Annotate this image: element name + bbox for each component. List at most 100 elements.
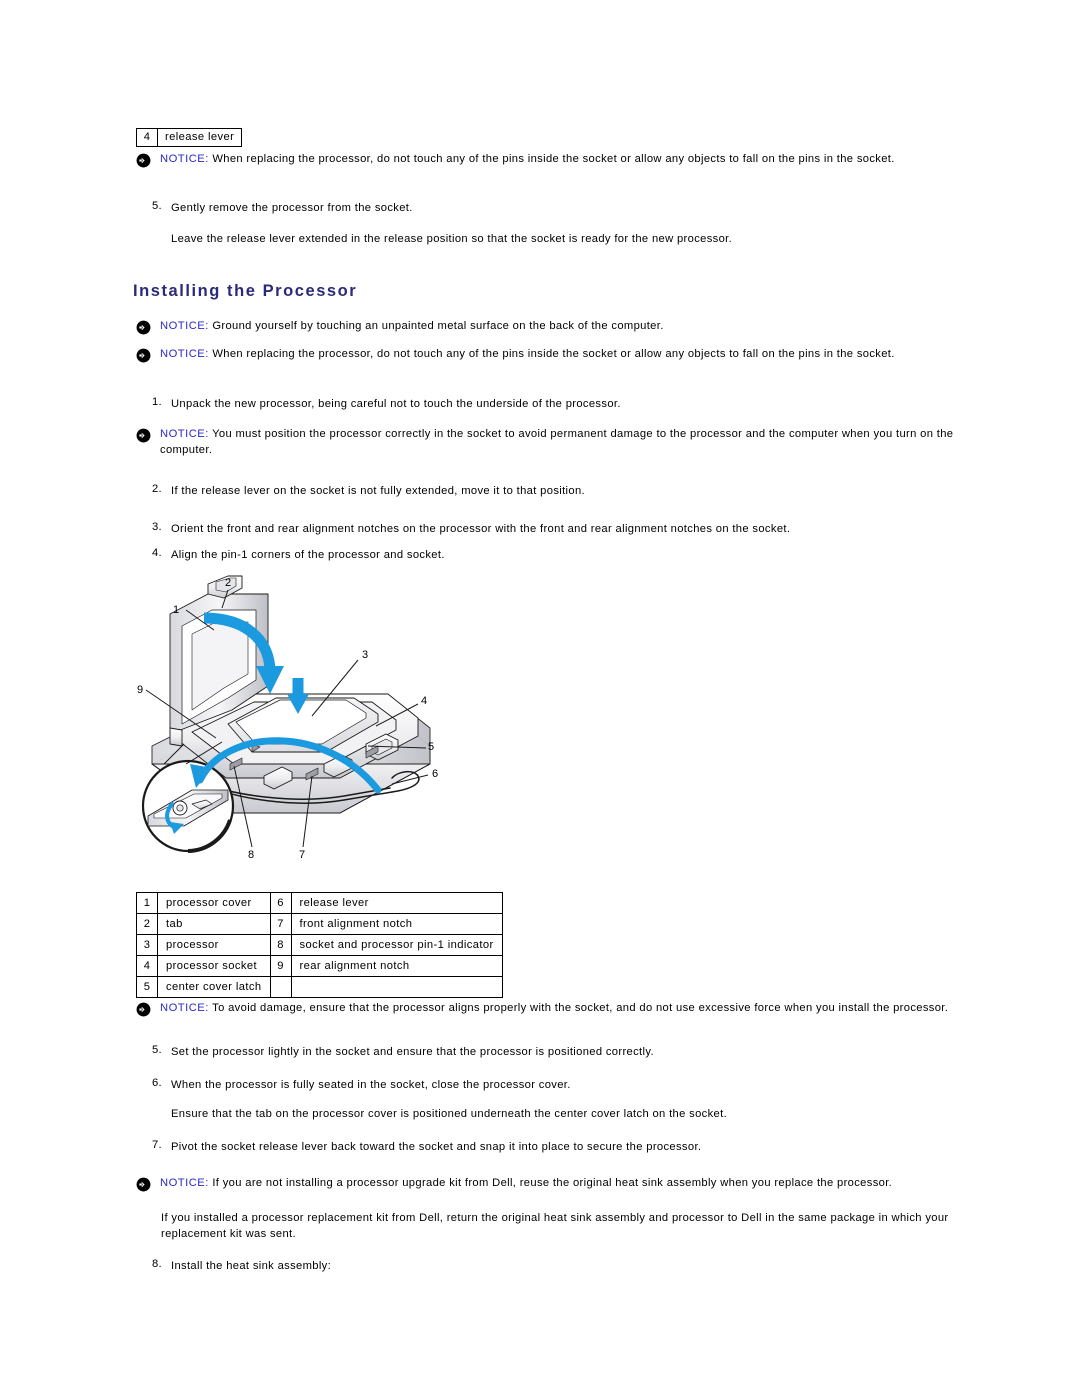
callout-6: 6 <box>432 768 438 780</box>
step-text: When the processor is fully seated in th… <box>171 1079 571 1091</box>
document-page: 4 release lever NOTICE: When replacing t… <box>0 0 1080 1397</box>
step-number: 8. <box>151 1258 162 1270</box>
notice-text: NOTICE: When replacing the processor, do… <box>160 347 895 363</box>
legend-label: processor socket <box>157 955 271 977</box>
figure-legend-table: 1 processor cover 6 release lever 2 tab … <box>136 892 503 998</box>
step-number: 6. <box>151 1077 162 1089</box>
legend-label: center cover latch <box>157 976 271 998</box>
legend-number <box>269 976 292 998</box>
legend-number: 6 <box>269 892 292 914</box>
notice-keyword: NOTICE: <box>160 153 209 165</box>
notice-keyword: NOTICE: <box>160 320 209 332</box>
table-row: 4 processor socket 9 rear alignment notc… <box>136 955 503 977</box>
legend-number: 4 <box>136 128 158 147</box>
legend-number: 8 <box>269 934 292 956</box>
notice-callout: NOTICE: You must position the processor … <box>136 427 962 459</box>
step-number: 5. <box>151 1044 162 1056</box>
notice-text: NOTICE: You must position the processor … <box>160 427 962 459</box>
step-text: Align the pin-1 corners of the processor… <box>171 549 445 561</box>
notice-body: If you are not installing a processor up… <box>208 1177 893 1189</box>
step-number: 5. <box>151 200 162 212</box>
notice-body: When replacing the processor, do not tou… <box>208 153 895 165</box>
magnified-detail-circle <box>141 759 235 853</box>
table-row: 1 processor cover 6 release lever <box>136 892 503 914</box>
notice-body: You must position the processor correctl… <box>160 428 954 456</box>
list-item: 1. Unpack the new processor, being caref… <box>140 396 900 412</box>
legend-label: front alignment notch <box>290 913 503 935</box>
legend-label: release lever <box>156 128 243 147</box>
legend-label <box>290 976 503 998</box>
page-title: Installing the Processor <box>133 282 358 300</box>
notice-text: NOTICE: Ground yourself by touching an u… <box>160 319 664 335</box>
notice-keyword: NOTICE: <box>160 1002 209 1014</box>
table-row: 5 center cover latch <box>136 976 503 998</box>
legend-number: 1 <box>136 892 158 914</box>
list-item: 8. Install the heat sink assembly: <box>140 1258 900 1274</box>
notice-body: To avoid damage, ensure that the process… <box>208 1002 949 1014</box>
legend-label: socket and processor pin-1 indicator <box>290 934 503 956</box>
notice-text: NOTICE: If you are not installing a proc… <box>160 1176 892 1192</box>
step-text: Unpack the new processor, being careful … <box>171 398 621 410</box>
notice-body: Ground yourself by touching an unpainted… <box>208 320 664 332</box>
top-legend-table: 4 release lever <box>136 128 243 147</box>
notice-icon <box>136 1002 151 1017</box>
step-text: Pivot the socket release lever back towa… <box>171 1141 702 1153</box>
step-text: Orient the front and rear alignment notc… <box>171 523 791 535</box>
legend-label: processor cover <box>157 892 271 914</box>
table-row: 4 release lever <box>136 128 243 147</box>
legend-label: release lever <box>290 892 503 914</box>
list-item: 7. Pivot the socket release lever back t… <box>140 1139 940 1155</box>
legend-label: tab <box>157 913 271 935</box>
notice-body: When replacing the processor, do not tou… <box>208 348 895 360</box>
diagram-svg: 1 2 3 4 5 6 7 8 9 <box>137 575 438 861</box>
paragraph: If you installed a processor replacement… <box>161 1212 949 1241</box>
step-number: 4. <box>151 547 162 559</box>
legend-label: rear alignment notch <box>290 955 503 977</box>
notice-icon <box>136 348 151 363</box>
paragraph: Ensure that the tab on the processor cov… <box>171 1108 728 1120</box>
notice-keyword: NOTICE: <box>160 428 209 440</box>
callout-3: 3 <box>362 649 368 661</box>
step-text: Install the heat sink assembly: <box>171 1260 332 1272</box>
notice-icon <box>136 1177 151 1192</box>
notice-callout: NOTICE: If you are not installing a proc… <box>136 1176 1036 1192</box>
list-item: 2. If the release lever on the socket is… <box>140 483 900 499</box>
step-number: 3. <box>151 521 162 533</box>
callout-4: 4 <box>421 695 427 707</box>
paragraph: Leave the release lever extended in the … <box>171 233 733 245</box>
callout-5: 5 <box>428 741 434 753</box>
step-text: If the release lever on the socket is no… <box>171 485 585 497</box>
list-item: 3. Orient the front and rear alignment n… <box>140 521 940 537</box>
legend-number: 5 <box>136 976 158 998</box>
notice-callout: NOTICE: When replacing the processor, do… <box>136 152 1016 168</box>
legend-number: 4 <box>136 955 158 977</box>
notice-icon <box>136 428 151 443</box>
callout-9: 9 <box>137 684 143 696</box>
legend-number: 3 <box>136 934 158 956</box>
notice-text: NOTICE: When replacing the processor, do… <box>160 152 895 168</box>
callout-8: 8 <box>248 849 254 861</box>
step-number: 7. <box>151 1139 162 1151</box>
step-number: 2. <box>151 483 162 495</box>
table-row: 2 tab 7 front alignment notch <box>136 913 503 935</box>
step-text: Set the processor lightly in the socket … <box>171 1046 654 1058</box>
notice-keyword: NOTICE: <box>160 348 209 360</box>
table-row: 3 processor 8 socket and processor pin-1… <box>136 934 503 956</box>
callout-2: 2 <box>225 577 231 589</box>
callout-7: 7 <box>299 849 305 861</box>
socket-assembly <box>141 575 431 853</box>
notice-callout: NOTICE: To avoid damage, ensure that the… <box>136 1001 1036 1017</box>
list-item: 4. Align the pin-1 corners of the proces… <box>140 547 900 563</box>
legend-number: 9 <box>269 955 292 977</box>
processor-socket-diagram: 1 2 3 4 5 6 7 8 9 <box>130 568 460 873</box>
list-item: 5. Gently remove the processor from the … <box>140 200 840 216</box>
step-text: Gently remove the processor from the soc… <box>171 202 413 214</box>
legend-number: 7 <box>269 913 292 935</box>
list-item: 6. When the processor is fully seated in… <box>140 1077 900 1093</box>
notice-icon <box>136 320 151 335</box>
notice-icon <box>136 153 151 168</box>
notice-text: NOTICE: To avoid damage, ensure that the… <box>160 1001 948 1017</box>
notice-callout: NOTICE: Ground yourself by touching an u… <box>136 319 1016 335</box>
step-number: 1. <box>151 396 162 408</box>
legend-number: 2 <box>136 913 158 935</box>
